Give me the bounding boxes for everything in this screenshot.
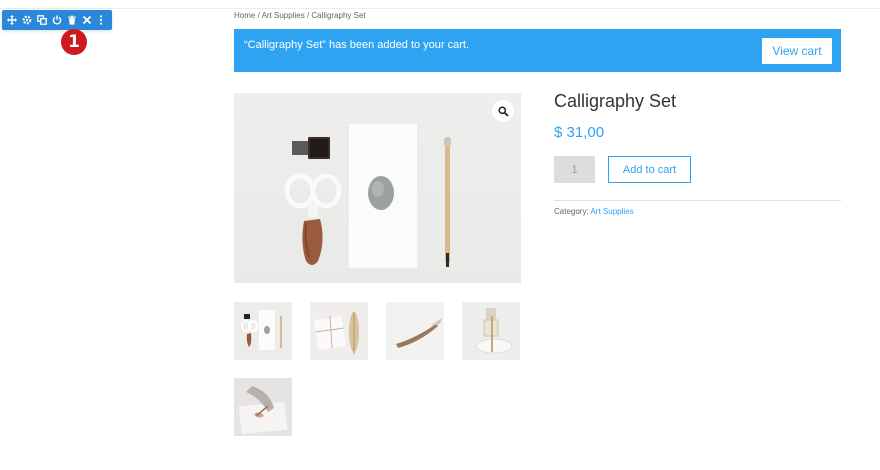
summary-divider [554,200,841,201]
more-icon[interactable] [94,13,108,27]
trash-icon[interactable] [65,13,79,27]
thumbnail-image [234,302,292,360]
product-main-image[interactable] [234,93,521,283]
breadcrumb-home-link[interactable]: Home [234,11,255,20]
gallery-thumbnail-1[interactable] [234,302,292,360]
category-label: Category: [554,207,589,216]
move-icon[interactable] [5,13,19,27]
cart-notice: “Calligraphy Set” has been added to your… [234,29,841,72]
category-link[interactable]: Art Supplies [590,207,633,216]
top-divider [0,8,880,9]
power-icon[interactable] [50,13,64,27]
thumbnail-image [462,302,520,360]
module-toolbar [2,10,112,30]
view-cart-button[interactable]: View cart [762,38,832,64]
gallery-thumbnail-4[interactable] [462,302,520,360]
settings-icon[interactable] [20,13,34,27]
quantity-input[interactable] [554,156,595,183]
thumbnail-image [310,302,368,360]
thumbnail-image [234,378,292,436]
product-title: Calligraphy Set [554,91,677,111]
breadcrumb-category-link[interactable]: Art Supplies [262,11,305,20]
cart-notice-message: “Calligraphy Set” has been added to your… [244,39,470,51]
close-icon[interactable] [80,13,94,27]
product-meta: Category: Art Supplies [554,207,634,216]
zoom-button[interactable] [492,100,514,122]
gallery-thumbnail-2[interactable] [310,302,368,360]
breadcrumb: Home / Art Supplies / Calligraphy Set [234,11,366,20]
product-price: $ 31,00 [554,124,605,141]
gallery-thumbnail-3[interactable] [386,302,444,360]
duplicate-icon[interactable] [35,13,49,27]
gallery-thumbnail-5[interactable] [234,378,292,436]
breadcrumb-current: Calligraphy Set [311,11,366,20]
add-to-cart-button[interactable]: Add to cart [608,156,691,183]
step-number-badge: 1 [61,29,87,55]
magnifier-icon [497,105,509,117]
calligraphy-set-photo [284,122,451,270]
thumbnail-image [386,302,444,360]
